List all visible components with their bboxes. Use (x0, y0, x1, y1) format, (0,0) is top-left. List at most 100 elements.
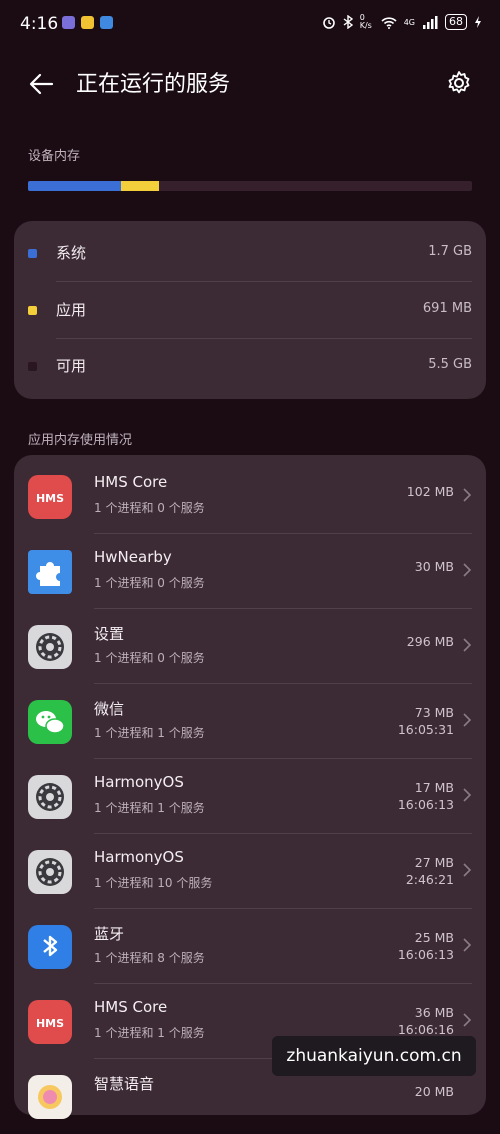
app-process-info: 1 个进程和 1 个服务 (94, 801, 205, 815)
gear-icon[interactable] (446, 70, 472, 96)
notification-app-icon (100, 16, 113, 29)
hms-icon: HMS (28, 1000, 72, 1044)
settings-app-icon (28, 775, 72, 819)
chevron-right-icon (463, 863, 472, 877)
chevron-right-icon (463, 488, 472, 502)
status-time: 4:16 (20, 14, 59, 34)
memory-row-label: 可用 (56, 357, 87, 375)
app-name: HMS Core (94, 473, 168, 491)
app-memory-size: 102 MB (406, 484, 454, 499)
chevron-right-icon (463, 713, 472, 727)
svg-text:HMS: HMS (36, 1017, 64, 1030)
app-name: 智慧语音 (94, 1075, 155, 1093)
app-process-info: 1 个进程和 0 个服务 (94, 651, 205, 665)
app-memory-size: 36 MB (414, 1005, 454, 1020)
app-memory-info: 36 MB 16:06:16 (398, 1004, 454, 1038)
memory-row-value: 691 MB (422, 301, 472, 316)
app-row-wechat[interactable]: 微信 1 个进程和 1 个服务 73 MB 16:05:31 (14, 684, 486, 759)
app-row-hms-core[interactable]: HMS HMS Core 1 个进程和 0 个服务 102 MB (14, 459, 486, 534)
app-run-time: 2:46:21 (405, 872, 454, 887)
memory-row-apps: 应用 691 MB (14, 282, 486, 338)
app-name: HarmonyOS (94, 773, 184, 791)
bluetooth-icon (28, 925, 72, 969)
memory-row-system: 系统 1.7 GB (14, 225, 486, 281)
app-name: HMS Core (94, 998, 168, 1016)
memory-row-available: 可用 5.5 GB (14, 338, 486, 394)
memory-row-value: 1.7 GB (428, 244, 472, 259)
watermark: zhuankaiyun.com.cn (272, 1036, 476, 1076)
app-run-time: 16:06:13 (397, 797, 454, 812)
app-process-info: 1 个进程和 10 个服务 (94, 876, 213, 890)
app-memory-size: 20 MB (414, 1084, 454, 1099)
chevron-right-icon (463, 563, 472, 577)
chevron-right-icon (463, 788, 472, 802)
notification-app-icon (81, 16, 94, 29)
app-memory-size: 17 MB (414, 780, 454, 795)
app-name: HwNearby (94, 548, 172, 566)
app-name: 蓝牙 (94, 925, 125, 943)
app-process-info: 1 个进程和 1 个服务 (94, 726, 205, 740)
app-memory-size: 30 MB (414, 559, 454, 574)
memory-usage-bar (28, 181, 472, 191)
available-color-dot (28, 362, 37, 371)
charging-icon (475, 16, 481, 28)
app-process-info: 1 个进程和 0 个服务 (94, 576, 205, 590)
app-row-hwnearby[interactable]: HwNearby 1 个进程和 0 个服务 30 MB (14, 534, 486, 609)
back-arrow-icon[interactable] (26, 68, 58, 100)
memory-row-label: 应用 (56, 301, 87, 319)
status-bar: 4:16 0 K/s 4G 68 (0, 0, 500, 48)
app-process-info: 1 个进程和 0 个服务 (94, 501, 205, 515)
bluetooth-status-icon (343, 15, 353, 29)
svg-text:HMS: HMS (36, 492, 64, 505)
puzzle-icon (28, 550, 72, 594)
app-list-card: HMS HMS Core 1 个进程和 0 个服务 102 MB HwNearb… (14, 455, 486, 1119)
app-process-info: 1 个进程和 8 个服务 (94, 951, 205, 965)
voice-assistant-icon (28, 1075, 72, 1119)
app-name: HarmonyOS (94, 848, 184, 866)
app-memory-size: 27 MB (414, 855, 454, 870)
device-memory-label: 设备内存 (28, 149, 81, 164)
wifi-icon (381, 16, 397, 29)
net-speed: 0 K/s (359, 13, 372, 30)
app-memory-info: 27 MB 2:46:21 (406, 854, 454, 888)
signal-icon (423, 15, 438, 29)
chevron-right-icon (463, 938, 472, 952)
battery-level: 68 (445, 14, 467, 30)
settings-app-icon (28, 625, 72, 669)
chevron-right-icon (463, 638, 472, 652)
app-bar: 正在运行的服务 (0, 56, 500, 112)
memory-summary-card: 系统 1.7 GB 应用 691 MB 可用 5.5 GB (14, 221, 486, 399)
app-memory-info: 25 MB 16:06:13 (398, 929, 454, 963)
app-memory-size: 25 MB (414, 930, 454, 945)
settings-app-icon (28, 850, 72, 894)
apps-color-dot (28, 306, 37, 315)
app-row-harmonyos-2[interactable]: HarmonyOS 1 个进程和 10 个服务 27 MB 2:46:21 (14, 834, 486, 909)
app-memory-info: 17 MB 16:06:13 (398, 779, 454, 813)
app-row-settings[interactable]: 设置 1 个进程和 0 个服务 296 MB (14, 609, 486, 684)
memory-row-value: 5.5 GB (428, 357, 472, 372)
notification-icons (62, 16, 113, 29)
memory-bar-system (28, 181, 122, 191)
hms-icon: HMS (28, 475, 72, 519)
memory-row-label: 系统 (56, 244, 87, 262)
wechat-icon (28, 700, 72, 744)
signal-type: 4G (403, 17, 415, 27)
app-memory-label: 应用内存使用情况 (28, 433, 133, 448)
app-run-time: 16:06:13 (397, 947, 454, 962)
status-indicators: 0 K/s 4G 68 (322, 14, 482, 30)
app-row-bluetooth[interactable]: 蓝牙 1 个进程和 8 个服务 25 MB 16:06:13 (14, 909, 486, 984)
app-memory-info: 73 MB 16:05:31 (398, 704, 454, 738)
app-run-time: 16:05:31 (397, 722, 454, 737)
app-name: 设置 (94, 625, 125, 643)
app-row-harmonyos[interactable]: HarmonyOS 1 个进程和 1 个服务 17 MB 16:06:13 (14, 759, 486, 834)
app-memory-size: 296 MB (406, 634, 454, 649)
app-memory-size: 73 MB (414, 705, 454, 720)
app-process-info: 1 个进程和 1 个服务 (94, 1026, 205, 1040)
app-name: 微信 (94, 700, 125, 718)
alarm-icon (322, 17, 335, 29)
system-color-dot (28, 249, 37, 258)
chevron-right-icon (463, 1013, 472, 1027)
page-title: 正在运行的服务 (76, 72, 231, 97)
memory-bar-apps (121, 181, 159, 191)
notification-app-icon (62, 16, 75, 29)
